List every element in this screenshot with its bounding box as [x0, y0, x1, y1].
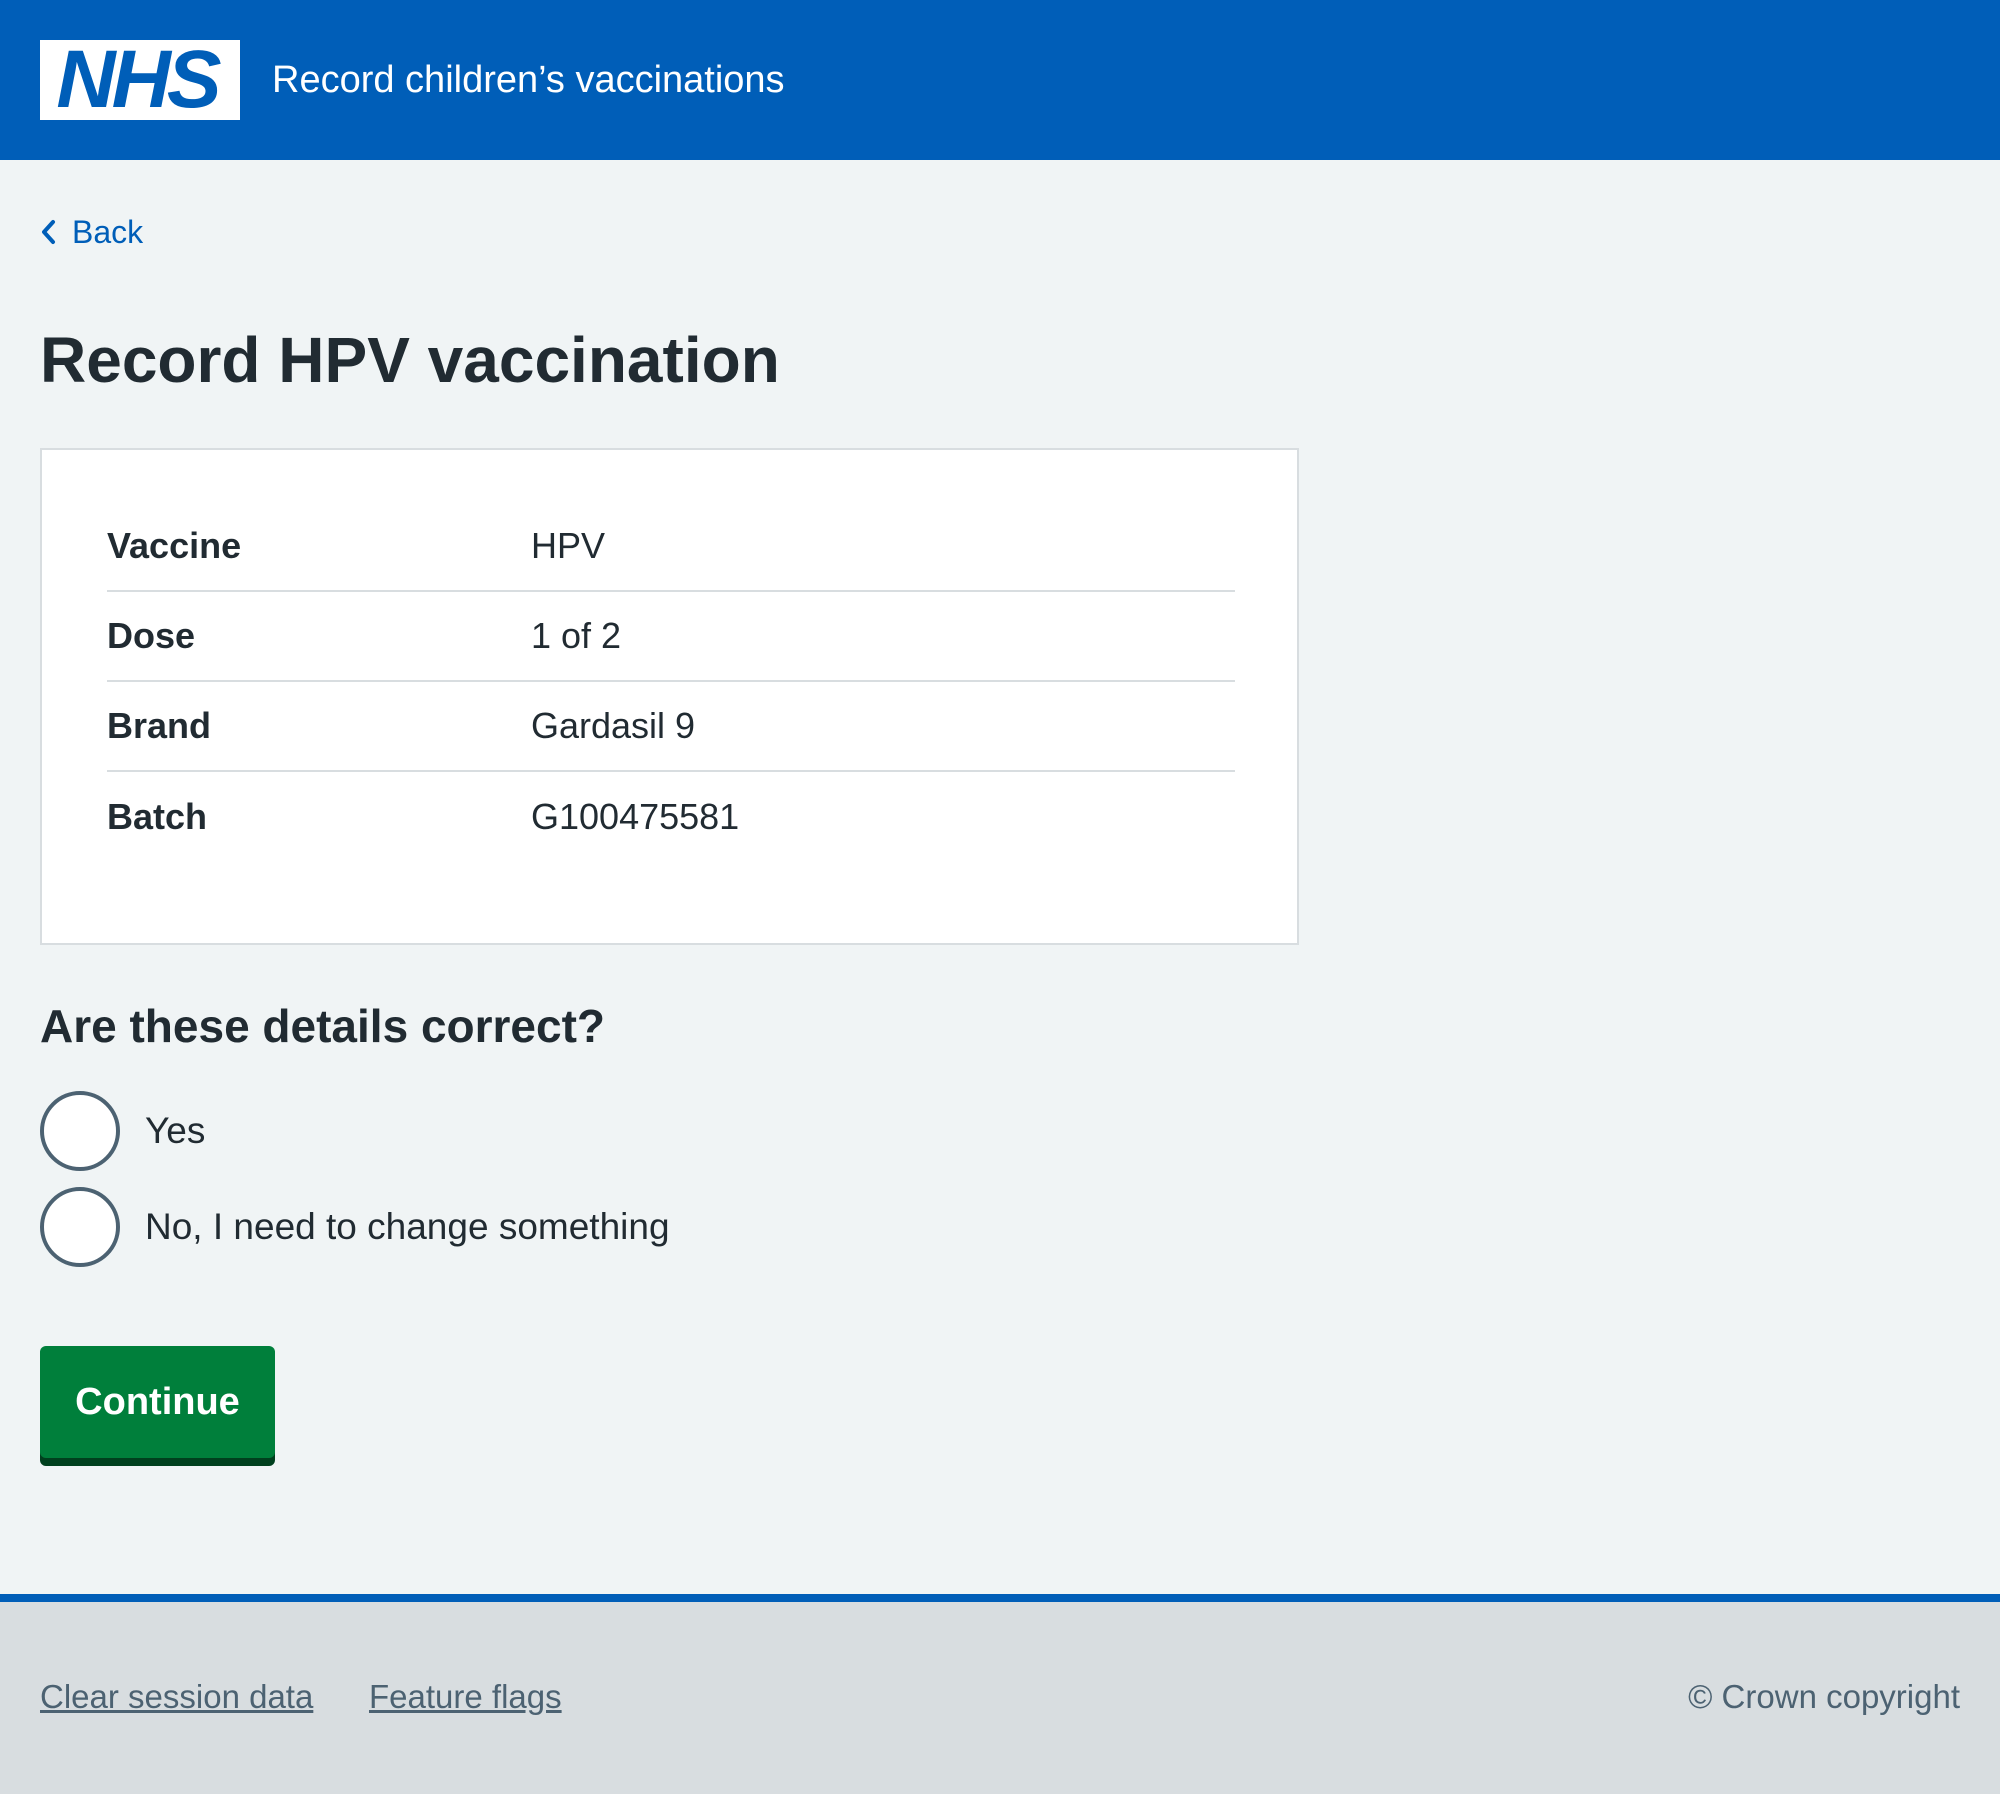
- summary-key: Batch: [107, 796, 208, 837]
- summary-value: 1 of 2: [531, 615, 622, 656]
- footer-link-clear-session[interactable]: Clear session data: [40, 1678, 313, 1716]
- nhs-logo[interactable]: NHS: [40, 34, 240, 125]
- continue-button[interactable]: Continue: [40, 1346, 275, 1458]
- question-legend: Are these details correct?: [40, 1000, 606, 1052]
- back-link[interactable]: Back: [40, 208, 143, 256]
- summary-key: Vaccine: [107, 525, 242, 566]
- site-footer: Clear session data Feature flags © Crown…: [0, 1594, 2000, 1794]
- footer-link-feature-flags[interactable]: Feature flags: [369, 1678, 562, 1716]
- service-name[interactable]: Record children’s vaccinations: [272, 52, 785, 108]
- radio-button-yes[interactable]: [40, 1091, 120, 1171]
- radio-option-yes[interactable]: Yes: [40, 1091, 205, 1171]
- vaccination-summary-card: Vaccine HPV Dose 1 of 2 Brand Gardasil 9…: [40, 448, 1299, 945]
- summary-key: Dose: [107, 615, 196, 656]
- summary-row-vaccine: Vaccine HPV: [107, 502, 1235, 592]
- summary-row-brand: Brand Gardasil 9: [107, 682, 1235, 772]
- radio-label-yes[interactable]: Yes: [145, 1110, 205, 1152]
- summary-row-dose: Dose 1 of 2: [107, 592, 1235, 682]
- radio-button-no[interactable]: [40, 1187, 120, 1267]
- summary-list: Vaccine HPV Dose 1 of 2 Brand Gardasil 9…: [107, 502, 1235, 862]
- nhs-logo-text: NHS: [56, 34, 221, 125]
- summary-key: Brand: [107, 705, 212, 746]
- summary-value: G100475581: [531, 796, 740, 837]
- summary-row-batch: Batch G100475581: [107, 772, 1235, 862]
- page-title: Record HPV vaccination: [40, 324, 780, 396]
- radio-label-no[interactable]: No, I need to change something: [145, 1206, 670, 1248]
- summary-value: HPV: [531, 525, 606, 566]
- copyright-text: © Crown copyright: [1688, 1678, 1960, 1715]
- back-link-label: Back: [72, 213, 144, 250]
- site-header: NHS Record children’s vaccinations: [0, 0, 2000, 160]
- chevron-left-icon: [40, 208, 62, 256]
- radio-option-no[interactable]: No, I need to change something: [40, 1187, 670, 1267]
- summary-value: Gardasil 9: [531, 705, 696, 746]
